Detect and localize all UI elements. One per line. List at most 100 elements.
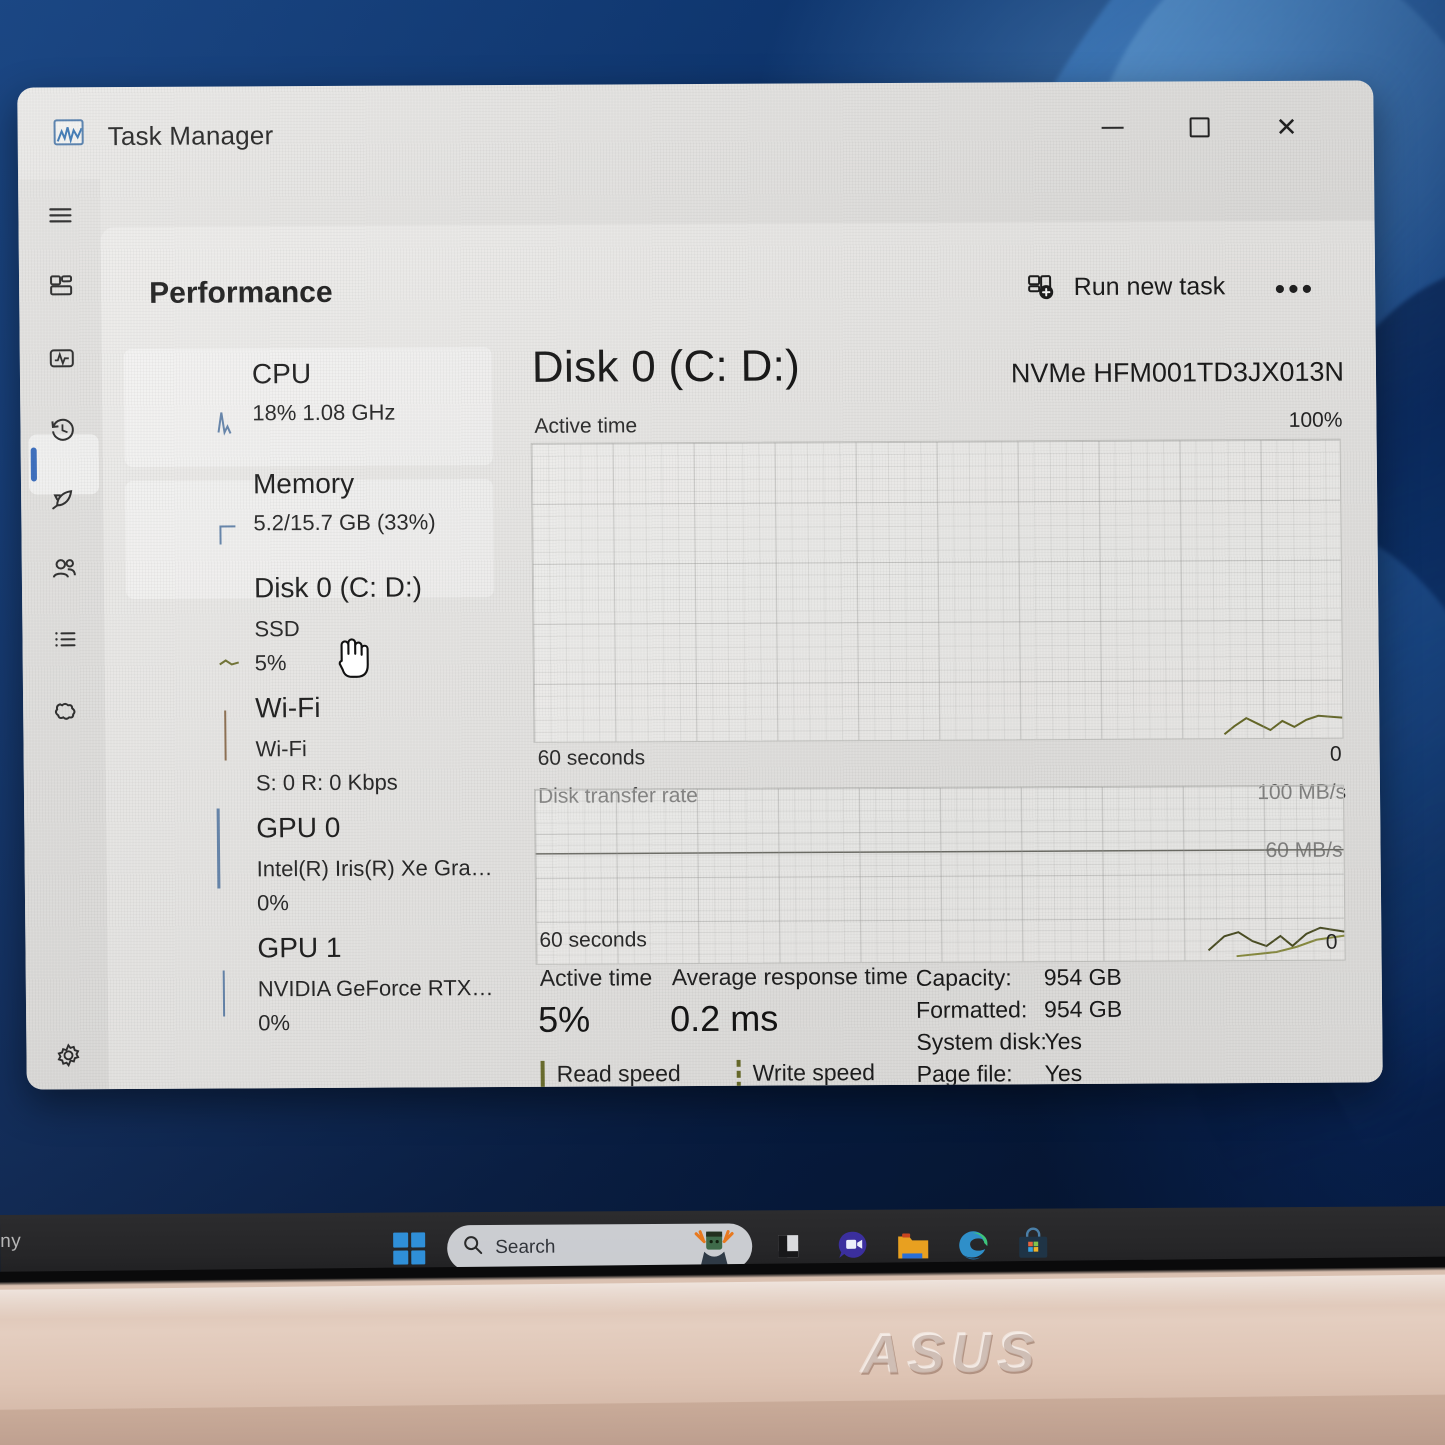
gpu1-sparkline — [216, 966, 242, 1017]
bezel-highlight — [0, 1274, 1445, 1320]
edge-icon[interactable] — [954, 1226, 992, 1264]
task-view-icon[interactable] — [774, 1227, 812, 1265]
stat-value-response-time: 0.2 ms — [669, 997, 779, 1040]
chart-icon — [53, 119, 84, 146]
run-new-task-label: Run new task — [1073, 271, 1226, 301]
transfer-rate-x-label: 60 seconds — [539, 928, 647, 952]
active-time-label: Active time — [534, 414, 638, 438]
run-new-task-icon — [1026, 272, 1060, 302]
write-speed-marker — [736, 1059, 742, 1090]
window-title: Task Manager — [107, 120, 274, 152]
list-icon — [55, 632, 76, 647]
sidebar-item-details[interactable] — [38, 615, 90, 663]
property-key-system-disk: System disk: — [916, 1028, 1047, 1055]
gpu0-sparkline — [210, 804, 236, 889]
search-icon — [461, 1233, 485, 1263]
stat-label-response-time: Average response time — [671, 962, 908, 991]
more-options-button[interactable]: ••• — [1275, 273, 1316, 307]
resource-item-memory[interactable]: Memory 5.2/15.7 GB (33%) — [125, 467, 493, 545]
sidebar-item-services[interactable] — [39, 687, 91, 735]
users-icon — [52, 559, 76, 578]
window-titlebar: Task Manager ✕ — [17, 80, 1374, 179]
sidebar-item-settings[interactable] — [42, 1031, 94, 1079]
chat-icon[interactable] — [834, 1227, 872, 1265]
stat-label-read-speed: Read speed — [556, 1060, 681, 1087]
microsoft-store-icon[interactable] — [1014, 1226, 1052, 1264]
sidebar-item-performance[interactable] — [36, 334, 88, 382]
resource-name: CPU — [251, 358, 312, 390]
processes-icon — [50, 275, 73, 296]
property-value-formatted: 954 GB — [1043, 995, 1123, 1023]
maximize-button[interactable] — [1168, 103, 1230, 151]
resource-name: GPU 0 — [256, 811, 341, 844]
resource-name: Disk 0 (C: D:) — [253, 571, 423, 604]
history-clock-icon — [51, 418, 74, 441]
active-time-chart — [530, 438, 1344, 743]
chart-grid — [531, 439, 1343, 742]
disk-stats: Active time 5% Average response time 0.2… — [528, 961, 1356, 1090]
asus-logo: ASUS — [860, 1319, 1041, 1385]
resource-detail-1: 5.2/15.7 GB (33%) — [253, 509, 436, 536]
page-title: Performance — [149, 275, 333, 310]
resource-detail-2: 0% — [258, 1010, 291, 1036]
property-key-capacity: Capacity: — [915, 964, 1012, 991]
resource-detail-2: S: 0 R: 0 Kbps — [255, 769, 398, 796]
resource-detail-1: Wi-Fi — [255, 736, 307, 762]
services-gear-icon — [54, 702, 76, 720]
resource-name: Wi-Fi — [255, 691, 321, 724]
resource-detail-2: 5% — [254, 650, 287, 676]
transfer-rate-min-label: 0 — [1325, 930, 1338, 954]
wifi-sparkline — [219, 708, 245, 761]
read-speed-marker — [540, 1060, 546, 1090]
sidebar-item-processes[interactable] — [35, 261, 87, 309]
resource-detail-1: SSD — [254, 616, 300, 642]
search-placeholder: Search — [495, 1236, 556, 1258]
photo-scene: Task Manager ✕ Performance Run new task … — [0, 0, 1445, 1445]
disk-heading: Disk 0 (C: D:) — [531, 341, 801, 392]
sidebar-item-users[interactable] — [38, 545, 90, 593]
chart-grid — [534, 785, 1345, 964]
stat-label-write-speed: Write speed — [752, 1059, 876, 1086]
minimize-button[interactable] — [1081, 104, 1143, 152]
transfer-rate-chart — [533, 784, 1346, 965]
active-time-max-label: 100% — [1288, 408, 1343, 432]
cpu-sparkline — [216, 402, 242, 436]
property-key-formatted: Formatted: — [915, 996, 1028, 1023]
property-value-capacity: 954 GB — [1043, 963, 1122, 991]
resource-detail-1: NVIDIA GeForce RTX… — [257, 975, 494, 1002]
resource-detail-1: Intel(R) Iris(R) Xe Gra… — [256, 855, 493, 882]
active-time-min-label: 0 — [1329, 742, 1342, 766]
performance-page: Performance Run new task ••• CPU 18% 1.0… — [100, 220, 1383, 1090]
disk-sparkline — [219, 648, 245, 682]
resource-list: CPU 18% 1.08 GHz Memory 5.2/15.7 GB (33%… — [123, 343, 499, 1087]
property-value-system-disk: Yes — [1044, 1028, 1083, 1055]
disk-model: NVMe HFM001TD3JX013N — [1010, 356, 1345, 389]
resource-detail-1: 18% 1.08 GHz — [252, 399, 396, 426]
property-key-page-file: Page file: — [916, 1060, 1013, 1087]
sidebar-item-app-history[interactable] — [36, 405, 88, 453]
stat-label-active-time: Active time — [539, 964, 653, 991]
resource-name: Memory — [252, 467, 355, 500]
property-value-page-file: Yes — [1044, 1060, 1083, 1087]
resource-detail-2: 0% — [256, 890, 289, 916]
stat-value-active-time: 5% — [537, 998, 591, 1040]
task-manager-window: Task Manager ✕ Performance Run new task … — [17, 80, 1383, 1090]
rocket-icon — [52, 490, 73, 510]
navigation-rail — [18, 179, 109, 1090]
sidebar-item-startup-apps[interactable] — [37, 475, 89, 523]
search-avatar-icon — [690, 1227, 738, 1268]
resource-item-gpu-0[interactable]: GPU 0 Intel(R) Iris(R) Xe Gra… 0% — [128, 808, 496, 915]
taskbar-left-text: ny — [0, 1230, 22, 1252]
gear-icon — [57, 1043, 80, 1068]
hamburger-icon[interactable] — [34, 191, 86, 239]
start-button[interactable] — [393, 1232, 426, 1265]
run-new-task-button[interactable]: Run new task — [1026, 271, 1226, 302]
resource-name: GPU 1 — [257, 931, 342, 964]
performance-icon — [49, 349, 74, 368]
resource-item-gpu-1[interactable]: GPU 1 NVIDIA GeForce RTX… 0% — [129, 931, 497, 1035]
file-explorer-icon[interactable] — [894, 1226, 932, 1264]
close-button[interactable]: ✕ — [1255, 103, 1317, 151]
memory-sparkline — [217, 512, 243, 546]
resource-item-wifi[interactable]: Wi-Fi Wi-Fi S: 0 R: 0 Kbps — [127, 691, 495, 795]
active-time-x-label: 60 seconds — [537, 746, 646, 770]
